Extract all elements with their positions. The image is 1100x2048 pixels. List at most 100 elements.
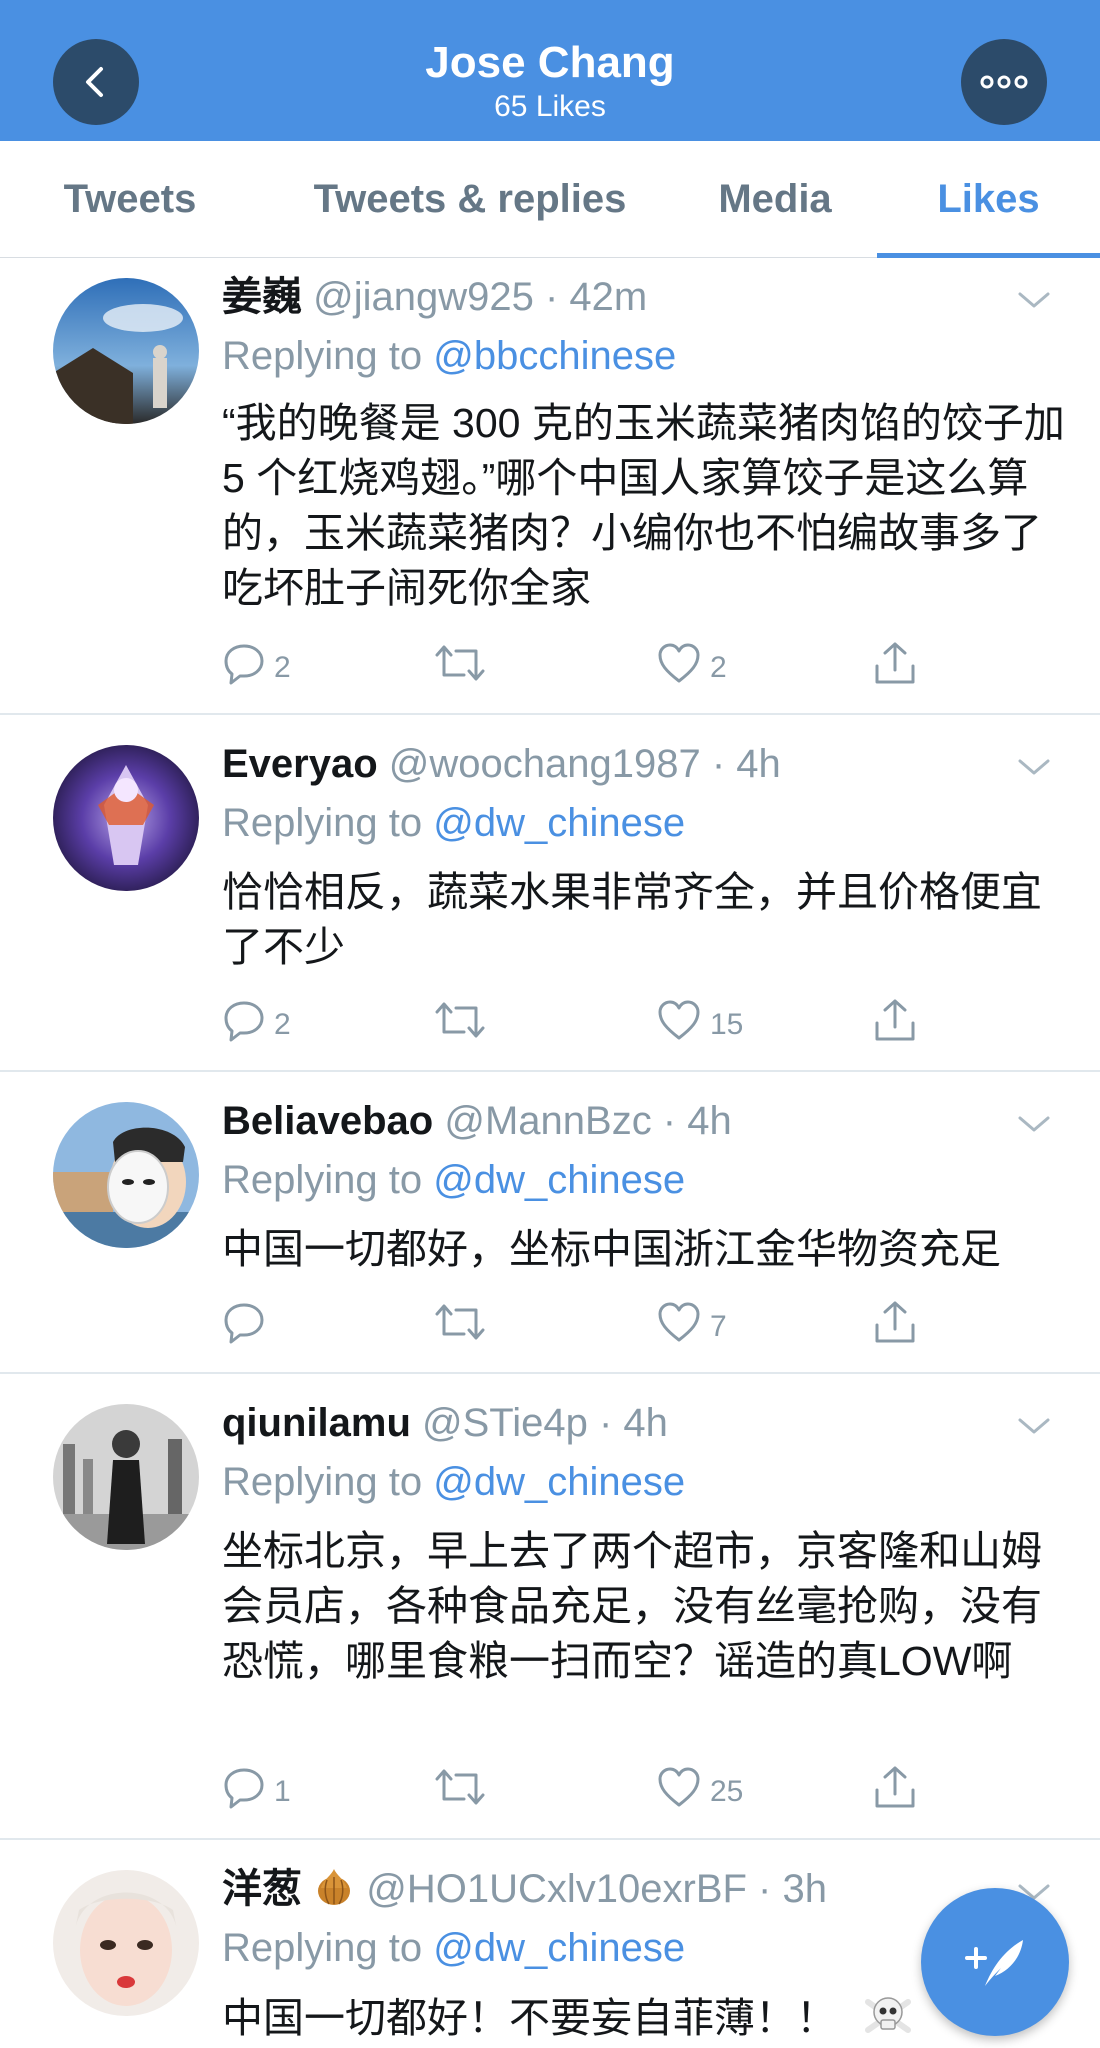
reply-icon	[224, 1768, 264, 1809]
compose-feather-icon	[965, 1940, 1023, 1986]
retweet-button[interactable]	[434, 1762, 486, 1812]
likes-count: 65 Likes	[494, 90, 606, 123]
display-name[interactable]: qiunilamu	[222, 1401, 411, 1445]
profile-name: Jose Chang	[425, 38, 675, 87]
heart-icon	[658, 1000, 700, 1040]
user-handle[interactable]: @HO1UCxlv10exrBF	[366, 1867, 747, 1911]
user-handle[interactable]: @jiangw925	[313, 275, 534, 319]
replying-to: Replying to @bbcchinese	[222, 334, 677, 378]
replying-to: Replying to @dw_chinese	[222, 1926, 686, 1970]
tweet-text: 恰恰相反，蔬菜水果非常齐全，并且价格便宜了不少	[222, 869, 1042, 970]
reply-count: 2	[274, 651, 291, 684]
like-button[interactable]: 25	[656, 1762, 743, 1812]
reply-count: 2	[274, 1008, 291, 1041]
more-options-button[interactable]	[961, 39, 1047, 125]
chevron-down-icon[interactable]	[1016, 1112, 1052, 1136]
tweet[interactable]: 姜巍 @jiangw925 · 42m Replying to @bbcchin…	[0, 258, 1100, 715]
retweet-button[interactable]	[434, 638, 486, 688]
tweet-header: Everyao @woochang1987 · 4h	[222, 742, 781, 786]
display-name[interactable]: 洋葱	[222, 1867, 302, 1911]
retweet-icon	[435, 1002, 485, 1038]
share-button[interactable]	[872, 638, 918, 688]
heart-icon	[658, 1767, 700, 1807]
share-button[interactable]	[872, 1762, 918, 1812]
onion-emoji	[318, 1869, 351, 1905]
share-icon	[875, 1301, 915, 1343]
tweet-header: Beliavebao @MannBzc · 4h	[222, 1099, 732, 1143]
heart-icon	[658, 1302, 700, 1342]
twitter-likes-screen: Jose Chang 65 Likes Tweets Tweets & repl…	[0, 0, 1100, 2048]
reply-button[interactable]	[222, 1297, 274, 1347]
tweet-header: qiunilamu @STie4p · 4h	[222, 1401, 668, 1445]
like-button[interactable]: 15	[656, 995, 743, 1045]
user-handle[interactable]: @woochang1987	[389, 742, 701, 786]
display-name[interactable]: Everyao	[222, 742, 378, 786]
reply-button[interactable]: 2	[222, 995, 291, 1045]
tweet-actions: 7	[222, 1297, 1022, 1347]
ellipsis-icon	[980, 75, 1028, 89]
like-button[interactable]: 7	[656, 1297, 727, 1347]
tweet-actions: 2 2	[222, 638, 1022, 688]
chevron-down-icon[interactable]	[1016, 755, 1052, 779]
tab-media[interactable]: Media	[690, 141, 860, 257]
tab-likes[interactable]: Likes	[877, 141, 1100, 257]
tweet[interactable]: qiunilamu @STie4p · 4h Replying to @dw_c…	[0, 1374, 1100, 1840]
retweet-button[interactable]	[434, 995, 486, 1045]
tweet-time: 4h	[736, 742, 781, 786]
share-icon	[875, 642, 915, 684]
mention-link[interactable]: @dw_chinese	[433, 1926, 685, 1970]
share-button[interactable]	[872, 1297, 918, 1347]
tweet-header: 洋葱 @HO1UCxlv10exrBF · 3h	[222, 1867, 827, 1911]
avatar[interactable]	[53, 1870, 199, 2016]
profile-header: Jose Chang 65 Likes	[0, 0, 1100, 141]
tab-tweets[interactable]: Tweets	[30, 141, 230, 257]
mention-link[interactable]: @dw_chinese	[433, 1158, 685, 1202]
avatar[interactable]	[53, 1404, 199, 1550]
share-icon	[875, 999, 915, 1041]
reply-icon	[224, 1303, 264, 1344]
tweet-time: 42m	[569, 275, 648, 319]
tweet-text: 中国一切都好，坐标中国浙江金华物资充足	[222, 1226, 1001, 1272]
tweet-text: 中国一切都好！不要妄自菲薄！！	[222, 1995, 837, 2041]
display-name[interactable]: 姜巍	[222, 275, 302, 319]
mention-link[interactable]: @dw_chinese	[433, 1460, 685, 1504]
reply-count: 1	[274, 1775, 291, 1808]
tweet-header: 姜巍 @jiangw925 · 42m	[222, 275, 648, 319]
tweet[interactable]: Beliavebao @MannBzc · 4h Replying to @dw…	[0, 1072, 1100, 1374]
replying-to: Replying to @dw_chinese	[222, 1158, 686, 1202]
chevron-down-icon[interactable]	[1016, 1414, 1052, 1438]
avatar[interactable]	[53, 745, 199, 891]
mention-link[interactable]: @bbcchinese	[433, 334, 676, 378]
tweet-text: “我的晚餐是 300 克的玉米蔬菜猪肉馅的饺子加 5 个红烧鸡翅。”哪个中国人家…	[222, 400, 1065, 611]
reply-button[interactable]: 1	[222, 1762, 291, 1812]
share-button[interactable]	[872, 995, 918, 1045]
like-count: 2	[710, 651, 727, 684]
retweet-icon	[435, 645, 485, 681]
chevron-down-icon[interactable]	[1016, 288, 1052, 312]
retweet-button[interactable]	[434, 1297, 486, 1347]
like-button[interactable]: 2	[656, 638, 727, 688]
reply-icon	[224, 644, 264, 685]
avatar[interactable]	[53, 278, 199, 424]
tweet-time: 4h	[687, 1099, 732, 1143]
reply-button[interactable]: 2	[222, 638, 291, 688]
compose-tweet-button[interactable]	[921, 1888, 1069, 2036]
like-count: 15	[710, 1008, 744, 1041]
avatar[interactable]	[53, 1102, 199, 1248]
tweet[interactable]: Everyao @woochang1987 · 4h Replying to @…	[0, 715, 1100, 1072]
user-handle[interactable]: @MannBzc	[444, 1099, 651, 1143]
like-count: 7	[710, 1310, 727, 1343]
tweet-time: 3h	[782, 1867, 827, 1911]
replying-to: Replying to @dw_chinese	[222, 801, 686, 845]
tab-tweets-and-replies[interactable]: Tweets & replies	[290, 141, 650, 257]
retweet-icon	[435, 1304, 485, 1340]
user-handle[interactable]: @STie4p	[422, 1401, 588, 1445]
skull-crossbones-emoji	[865, 1997, 912, 2033]
tweet-time: 4h	[623, 1401, 668, 1445]
share-icon	[875, 1766, 915, 1808]
display-name[interactable]: Beliavebao	[222, 1099, 433, 1143]
like-count: 25	[710, 1775, 744, 1808]
mention-link[interactable]: @dw_chinese	[433, 801, 685, 845]
profile-tabs: Tweets Tweets & replies Media Likes	[0, 141, 1100, 258]
tweet-text: 坐标北京，早上去了两个超市，京客隆和山姆会员店，各种食品充足，没有丝毫抢购，没有…	[222, 1528, 1042, 1684]
